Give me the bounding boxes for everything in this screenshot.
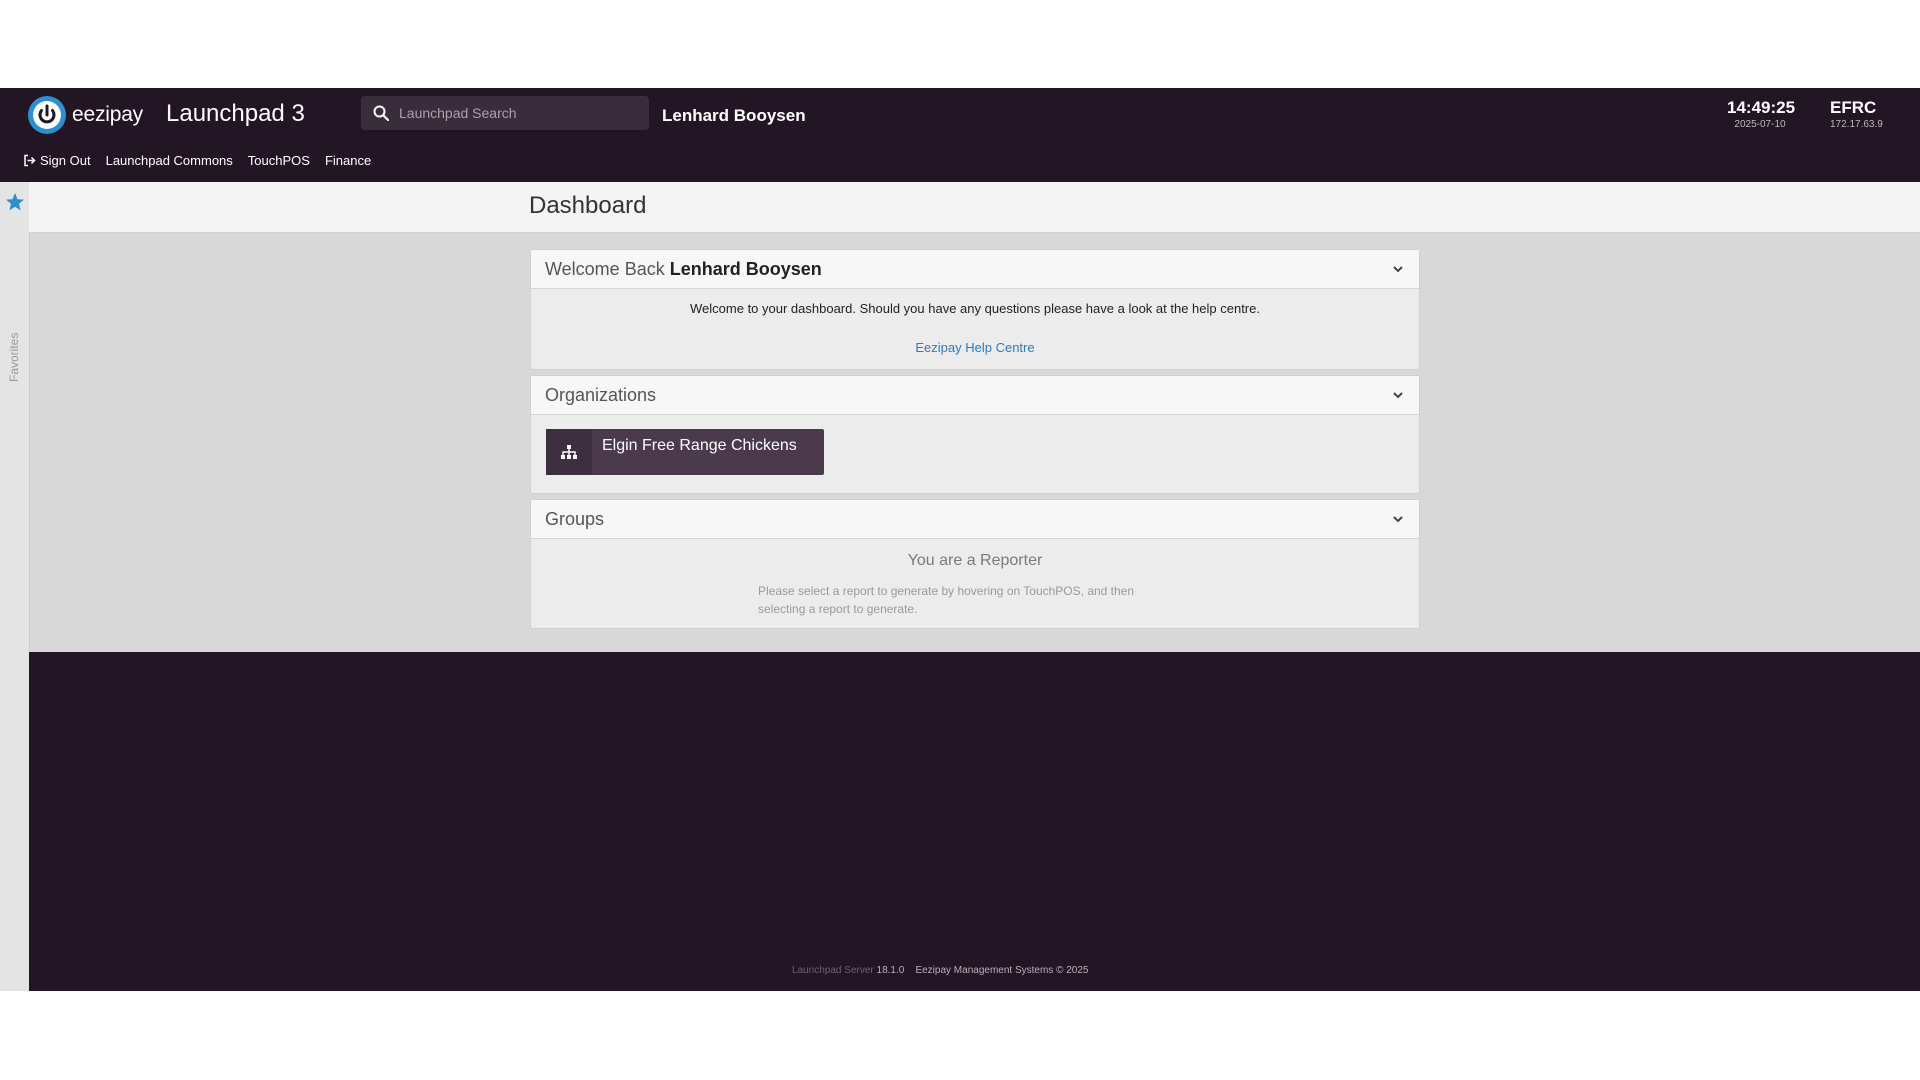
top-bar: eezipay Launchpad 3 Lenhard Booysen 14:4… [0, 88, 1920, 182]
site-code: EFRC [1830, 98, 1877, 117]
organizations-panel: Organizations Elgin Free Range Chickens [530, 375, 1420, 494]
welcome-panel: Welcome Back Lenhard Booysen Welcome to … [530, 249, 1420, 370]
favorites-label-wrap: Favorites [7, 333, 21, 452]
footer: Launchpad Server 18.1.0 Eezipay Manageme… [792, 965, 1088, 976]
app-window: eezipay Launchpad 3 Lenhard Booysen 14:4… [0, 88, 1920, 991]
welcome-prefix: Welcome Back [545, 258, 665, 279]
groups-panel-header[interactable]: Groups [531, 500, 1419, 539]
chevron-down-icon[interactable] [1391, 512, 1405, 526]
brand[interactable]: eezipay [28, 94, 143, 136]
organization-name: Elgin Free Range Chickens [602, 437, 797, 454]
groups-panel-title: Groups [545, 508, 605, 529]
nav-item-launchpad-commons[interactable]: Launchpad Commons [106, 153, 233, 168]
search-box[interactable] [361, 96, 649, 130]
footer-server-label: Launchpad Server [792, 965, 874, 976]
help-centre-link[interactable]: Eezipay Help Centre [531, 340, 1419, 355]
clock-time: 14:49:25 [1727, 98, 1796, 117]
groups-help-line-2: selecting a report to generate. [758, 602, 918, 616]
clock: 14:49:25 2025-07-10 [1727, 98, 1796, 130]
organization-button[interactable]: Elgin Free Range Chickens [546, 429, 824, 475]
favorites-label: Favorites [7, 332, 21, 382]
welcome-message: Welcome to your dashboard. Should you ha… [690, 301, 1260, 316]
welcome-panel-header[interactable]: Welcome Back Lenhard Booysen [531, 250, 1419, 289]
clock-date: 2025-07-10 [1734, 119, 1786, 130]
groups-role: You are a Reporter [907, 552, 1043, 569]
app-title: Launchpad 3 [166, 100, 305, 127]
brand-name: eezipay [72, 103, 143, 126]
groups-help-text: Please select a report to generate by ho… [758, 582, 1178, 618]
groups-help-line-1: Please select a report to generate by ho… [758, 584, 1135, 598]
page-header: Dashboard [29, 182, 1920, 233]
organizations-panel-title: Organizations [545, 384, 657, 405]
page-title: Dashboard [529, 192, 647, 219]
star-icon[interactable] [5, 192, 25, 212]
nav-item-finance[interactable]: Finance [325, 153, 371, 168]
site-info: EFRC 172.17.63.9 [1830, 98, 1896, 130]
favorites-sidebar[interactable]: Favorites [0, 182, 30, 991]
bottom-area: Launchpad Server 18.1.0 Eezipay Manageme… [29, 652, 1920, 991]
power-logo-icon [28, 96, 66, 134]
welcome-panel-title: Welcome Back Lenhard Booysen [545, 259, 822, 280]
organizations-panel-header[interactable]: Organizations [531, 376, 1419, 415]
current-user-name: Lenhard Booysen [662, 106, 806, 125]
nav-item-touchpos[interactable]: TouchPOS [248, 153, 310, 168]
main-nav: Sign Out Launchpad Commons TouchPOS Fina… [23, 153, 386, 168]
search-icon [373, 104, 391, 122]
sign-out-icon [24, 154, 36, 167]
footer-copyright: Eezipay Management Systems © 2025 [915, 965, 1089, 976]
footer-version: 18.1.0 [876, 965, 905, 976]
sign-out-link[interactable]: Sign Out [23, 153, 91, 168]
sitemap-icon [546, 429, 592, 475]
ip-address: 172.17.63.9 [1830, 119, 1883, 130]
welcome-user-name: Lenhard Booysen [669, 258, 822, 279]
chevron-down-icon[interactable] [1391, 388, 1405, 402]
chevron-down-icon[interactable] [1391, 262, 1405, 276]
sign-out-label: Sign Out [40, 153, 91, 168]
search-input[interactable] [397, 104, 641, 122]
groups-panel: Groups You are a Reporter Please select … [530, 499, 1420, 629]
